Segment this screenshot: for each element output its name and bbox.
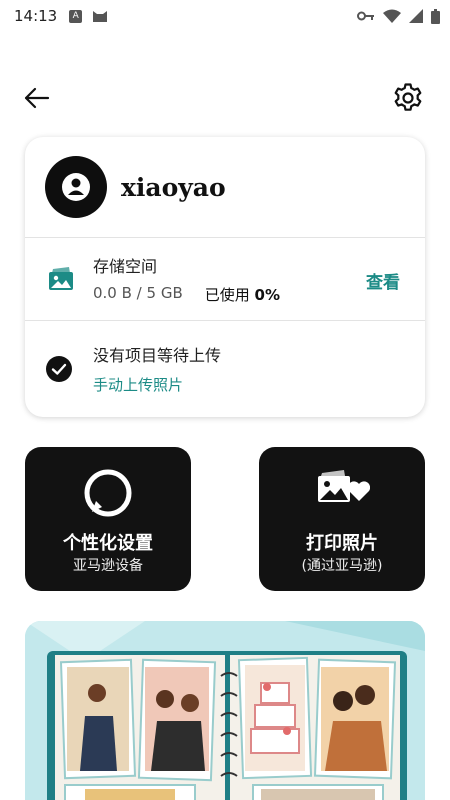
username: xiaoyao xyxy=(121,172,226,202)
personalize-title: 个性化设置 xyxy=(63,533,153,554)
storage-title: 存储空间 xyxy=(93,257,158,276)
wifi-icon xyxy=(383,9,401,23)
photo-album-promo-banner[interactable] xyxy=(25,621,425,800)
key-icon xyxy=(357,11,374,21)
font-app-icon: A xyxy=(69,9,83,23)
cat-app-icon xyxy=(93,11,108,22)
settings-button[interactable] xyxy=(390,80,426,116)
status-left-icons: A xyxy=(69,9,108,23)
upload-text: 没有项目等待上传 手动上传照片 xyxy=(93,342,221,395)
photo-stack-icon xyxy=(49,267,73,290)
photo-album-illustration xyxy=(25,621,425,800)
back-button[interactable] xyxy=(18,80,54,116)
back-arrow-icon xyxy=(24,87,50,109)
print-photos-subtitle: (通过亚马逊) xyxy=(301,558,383,574)
storage-usage-value: 0.0 B / 5 GB xyxy=(93,284,183,302)
status-right-icons xyxy=(357,8,440,24)
avatar xyxy=(45,156,107,218)
profile-row[interactable]: xiaoyao xyxy=(25,137,425,238)
personalize-tile[interactable]: 个性化设置 亚马逊设备 xyxy=(25,447,191,591)
alexa-ring-icon xyxy=(84,469,132,517)
signal-icon xyxy=(409,9,423,23)
battery-icon xyxy=(431,8,440,24)
manual-upload-link[interactable]: 手动上传照片 xyxy=(93,374,221,395)
upload-status: 没有项目等待上传 xyxy=(93,346,222,365)
upload-row: 没有项目等待上传 手动上传照片 xyxy=(25,321,425,416)
status-time: 14:13 xyxy=(14,7,58,25)
status-bar: 14:13 A xyxy=(0,0,450,32)
top-bar xyxy=(0,76,450,120)
storage-used-percent: 0% xyxy=(254,286,280,304)
storage-used-label: 已使用 xyxy=(204,286,250,304)
print-photos-title: 打印照片 xyxy=(306,533,378,554)
storage-used: 已使用 0% xyxy=(205,284,280,305)
account-card: xiaoyao 存储空间 0.0 B / 5 GB 已使用 0% 查看 没有项目… xyxy=(25,137,425,417)
person-icon xyxy=(62,173,90,201)
check-circle-icon xyxy=(46,355,72,382)
storage-text: 存储空间 0.0 B / 5 GB 已使用 0% xyxy=(93,253,280,305)
photo-heart-icon xyxy=(318,470,370,502)
storage-row: 存储空间 0.0 B / 5 GB 已使用 0% 查看 xyxy=(25,238,425,321)
gear-icon xyxy=(394,83,422,111)
storage-usage: 0.0 B / 5 GB 已使用 0% xyxy=(93,284,280,305)
view-storage-link[interactable]: 查看 xyxy=(366,268,400,293)
personalize-subtitle: 亚马逊设备 xyxy=(73,558,143,574)
print-photos-tile[interactable]: 打印照片 (通过亚马逊) xyxy=(259,447,425,591)
